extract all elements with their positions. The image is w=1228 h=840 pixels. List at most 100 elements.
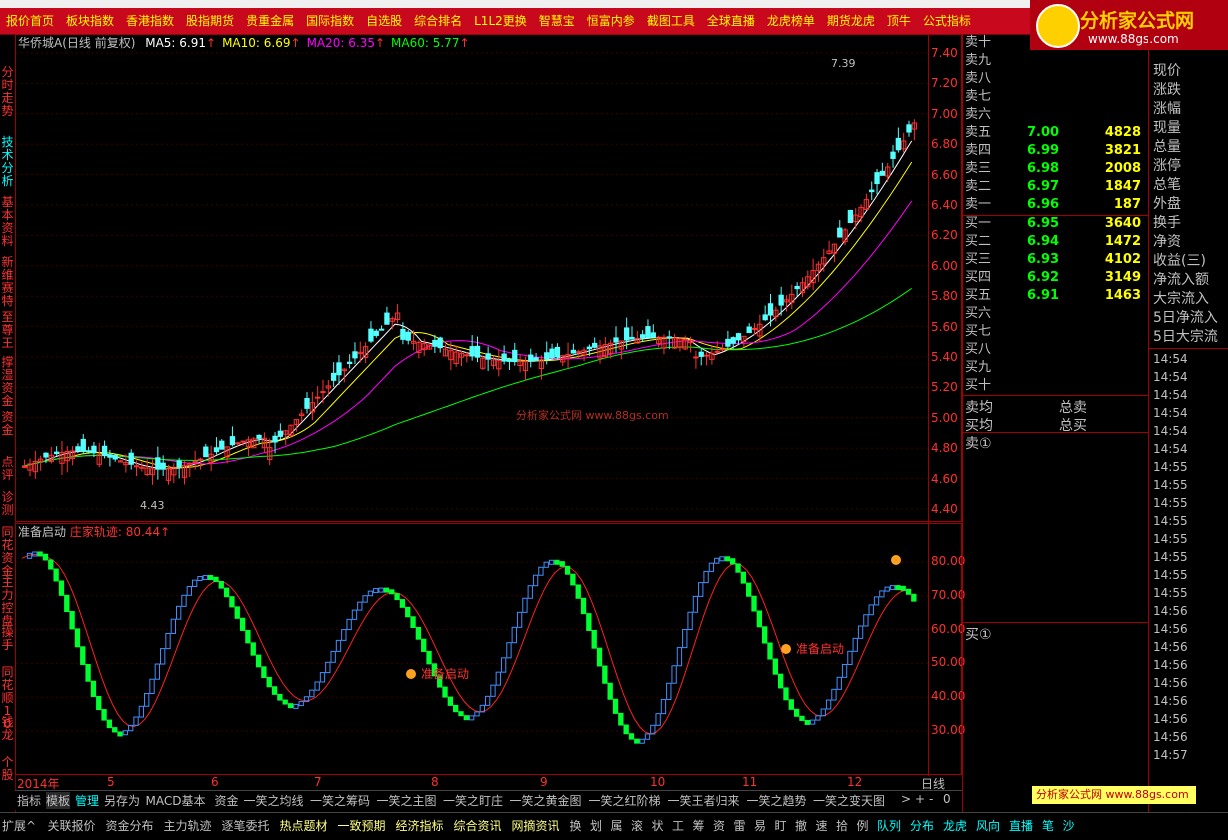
formula-tab[interactable]: 模板 <box>46 792 71 809</box>
function-bar-item[interactable]: 笔 <box>1042 817 1054 834</box>
tab-control-button[interactable]: - <box>929 792 933 806</box>
formula-tab[interactable]: 管理 <box>75 792 99 809</box>
function-bar-item[interactable]: 经济指标 <box>396 817 444 834</box>
formula-tab[interactable]: 一笑之变天图 <box>813 792 885 809</box>
left-tab[interactable]: 至尊王 <box>0 311 15 356</box>
function-bar-item[interactable]: 直播 <box>1009 817 1033 834</box>
function-bar-item[interactable]: 沙 <box>1063 817 1075 834</box>
tick-time: 14:56 <box>1153 640 1188 654</box>
formula-tab[interactable]: 一笑王者归来 <box>668 792 740 809</box>
left-tab[interactable]: 钱龙 <box>0 716 15 756</box>
left-tab[interactable]: 新维赛特 <box>0 256 15 311</box>
top-menu-item[interactable]: 国际指数 <box>300 10 360 32</box>
order-book-row: 卖八 <box>965 70 1147 88</box>
top-menu-item[interactable]: 香港指数 <box>120 10 180 32</box>
function-bar-item[interactable]: 扩展^ <box>2 817 36 834</box>
top-menu-item[interactable]: 恒富内参 <box>581 10 641 32</box>
function-bar-item[interactable]: 逐笔委托 <box>222 817 270 834</box>
function-bar-item[interactable]: 属 <box>611 817 623 834</box>
top-menu-item[interactable]: 贵重金属 <box>240 10 300 32</box>
function-bar-item[interactable]: 速 <box>816 817 828 834</box>
formula-tab[interactable]: 一笑之红阶梯 <box>589 792 661 809</box>
function-bar-item[interactable]: 撤 <box>795 817 807 834</box>
left-tab[interactable]: 资金 <box>0 411 15 456</box>
left-tab[interactable]: 撑湿资金 <box>0 356 15 411</box>
function-bar-item[interactable]: 滚 <box>631 817 643 834</box>
top-menu-item[interactable]: 自选股 <box>360 10 408 32</box>
formula-tab[interactable]: MACD基本 <box>146 792 206 809</box>
top-menu-item[interactable]: 报价首页 <box>0 10 60 32</box>
top-menu-item[interactable]: 期货龙虎 <box>821 10 881 32</box>
left-tab[interactable]: 操手 <box>0 626 15 666</box>
left-tab[interactable]: 个股 <box>0 756 15 782</box>
function-bar-item[interactable]: 拾 <box>836 817 848 834</box>
left-tab[interactable]: 同花资金 <box>0 526 15 578</box>
left-tab[interactable]: 同花顺10 <box>0 666 15 731</box>
function-bar-item[interactable]: 资金分布 <box>106 817 154 834</box>
formula-tab[interactable]: 指标 <box>17 792 41 809</box>
formula-tab[interactable]: 一笑之筹码 <box>310 792 370 809</box>
indicator-bar <box>277 693 283 701</box>
function-bar-item[interactable]: 热点题材 <box>280 817 328 834</box>
function-bar-item[interactable]: 筹 <box>693 817 705 834</box>
indicator-chart[interactable]: 准备启动准备启动 <box>16 524 963 776</box>
quote-field-label: 5日净流入 <box>1153 310 1218 326</box>
top-menu-item[interactable]: 智慧宝 <box>533 10 581 32</box>
function-bar-item[interactable]: 主力轨迹 <box>164 817 212 834</box>
top-menu-item[interactable]: 综合排名 <box>408 10 468 32</box>
candle-body <box>22 465 28 468</box>
function-bar-item[interactable]: 综合资讯 <box>454 817 502 834</box>
formula-tab[interactable]: 一笑之趋势 <box>747 792 807 809</box>
function-bar-item[interactable]: 风向 <box>976 817 1000 834</box>
top-menu-item[interactable]: 股指期货 <box>180 10 240 32</box>
function-bar-item[interactable]: 状 <box>652 817 664 834</box>
top-menu-item[interactable]: 公式指标 <box>917 10 977 32</box>
candlestick-chart[interactable]: 7.39 4.43 <box>16 35 963 523</box>
tab-control-button[interactable]: 0 <box>943 792 951 806</box>
left-tab[interactable]: 技术分析 <box>0 136 15 196</box>
price-chart-panel[interactable]: 华侨城A(日线 前复权) MA5: 6.91↑ MA10: 6.69↑ MA20: … <box>15 34 963 523</box>
top-menu-item[interactable]: 截图工具 <box>641 10 701 32</box>
function-bar-item[interactable]: 换 <box>570 817 582 834</box>
function-bar-item[interactable]: 关联报价 <box>48 817 96 834</box>
top-menu-item[interactable]: 顶牛 <box>881 10 917 32</box>
left-tab[interactable]: 主力控盘 <box>0 576 15 628</box>
buy-queue-label[interactable]: 买① <box>965 624 992 644</box>
function-bar-item[interactable]: 队列 <box>877 817 901 834</box>
function-bar-item[interactable]: 工 <box>672 817 684 834</box>
left-tab[interactable]: 点评 <box>0 456 15 491</box>
top-menu-item[interactable]: 板块指数 <box>60 10 120 32</box>
formula-tab[interactable]: 另存为 <box>104 792 140 809</box>
formula-tab[interactable]: 一笑之黄金图 <box>510 792 582 809</box>
tab-control-button[interactable]: > <box>901 792 911 806</box>
quote-field-label: 收益(三) <box>1153 253 1206 269</box>
function-bar-item[interactable]: 雷 <box>734 817 746 834</box>
function-bar-item[interactable]: 龙虎 <box>943 817 967 834</box>
function-bar-item[interactable]: 易 <box>754 817 766 834</box>
left-tab[interactable]: 分时走势 <box>0 66 15 136</box>
top-menu-item[interactable]: 龙虎榜单 <box>761 10 821 32</box>
formula-tab[interactable]: 一笑之均线 <box>244 792 304 809</box>
sell-queue-label[interactable]: 卖① <box>965 433 992 453</box>
function-bar-item[interactable]: 盯 <box>775 817 787 834</box>
function-bar-item[interactable]: 划 <box>590 817 602 834</box>
indicator-bar <box>80 646 86 665</box>
function-bar-item[interactable]: 例 <box>857 817 869 834</box>
tab-control-button[interactable]: + <box>915 792 925 806</box>
top-menu-item[interactable]: 全球直播 <box>701 10 761 32</box>
formula-tab[interactable]: 一笑之主图 <box>377 792 437 809</box>
indicator-bar <box>202 575 208 581</box>
indicator-chart-panel[interactable]: 准备启动 庄家轨迹: 80.44↑ 准备启动 准备启动 80.00 70.00 60.… <box>15 523 965 776</box>
formula-tab[interactable]: 资金 <box>215 792 239 809</box>
formula-tab[interactable]: 一笑之盯庄 <box>443 792 503 809</box>
function-bar-item[interactable]: 网摘资讯 <box>512 817 560 834</box>
function-bar-item[interactable]: 资 <box>713 817 725 834</box>
top-menu-item[interactable]: L1L2更换 <box>468 10 533 32</box>
indicator-bar <box>703 570 709 584</box>
function-bar-item[interactable]: 一致预期 <box>338 817 386 834</box>
candle-body <box>592 342 598 348</box>
function-bar-item[interactable]: 分布 <box>910 817 934 834</box>
left-tab[interactable]: 诊测 <box>0 491 15 526</box>
left-tab[interactable]: 基本资料 <box>0 196 15 256</box>
order-level-volume: 4828 <box>1104 125 1141 140</box>
